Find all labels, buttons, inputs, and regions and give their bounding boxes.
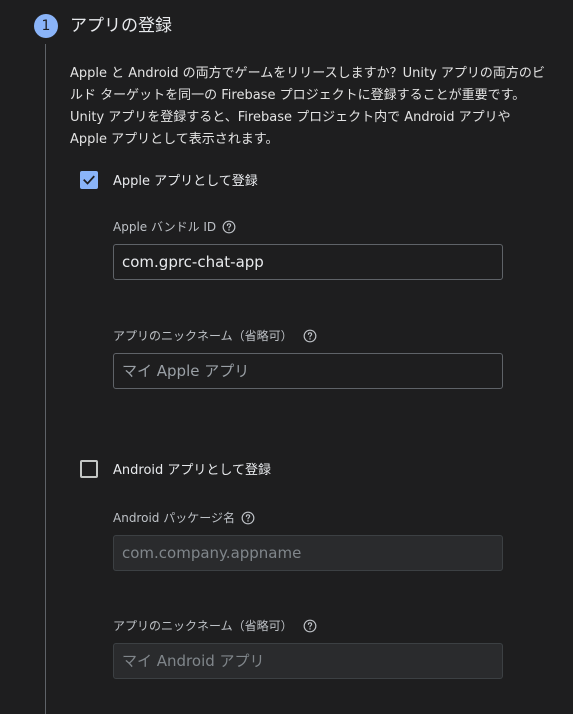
apple-nickname-input[interactable] (113, 353, 503, 389)
help-circle-icon[interactable] (222, 220, 236, 234)
step-connector-line (45, 44, 46, 714)
android-register-checkbox[interactable] (80, 459, 98, 478)
apple-bundle-id-label: Apple バンドル ID (113, 220, 217, 234)
help-circle-icon[interactable] (303, 329, 317, 343)
apple-register-checkbox-row[interactable]: Apple アプリとして登録 (80, 170, 258, 189)
apple-nickname-label: アプリのニックネーム（省略可） (113, 329, 293, 343)
apple-register-checkbox[interactable] (80, 170, 98, 189)
android-register-checkbox-row[interactable]: Android アプリとして登録 (80, 459, 271, 478)
android-package-label: Android パッケージ名 (113, 511, 235, 525)
help-circle-icon[interactable] (241, 511, 255, 525)
android-nickname-label-row: アプリのニックネーム（省略可） (113, 617, 317, 634)
android-package-input[interactable] (113, 535, 503, 571)
android-nickname-input[interactable] (113, 643, 503, 679)
step-title: アプリの登録 (70, 16, 172, 36)
help-circle-icon[interactable] (303, 619, 317, 633)
android-register-label: Android アプリとして登録 (113, 463, 272, 478)
step-description: Apple と Android の両方でゲームをリリースしますか？Unity ア… (70, 66, 545, 147)
step-number: 1 (41, 18, 51, 34)
apple-nickname-label-row: アプリのニックネーム（省略可） (113, 327, 317, 344)
step-number-badge: 1 (34, 14, 58, 38)
android-package-label-row: Android パッケージ名 (113, 509, 255, 526)
apple-bundle-id-input[interactable] (113, 244, 503, 280)
apple-bundle-id-label-row: Apple バンドル ID (113, 218, 236, 235)
apple-register-label: Apple アプリとして登録 (113, 174, 258, 189)
checkmark-icon (83, 175, 95, 185)
android-nickname-label: アプリのニックネーム（省略可） (113, 619, 293, 633)
